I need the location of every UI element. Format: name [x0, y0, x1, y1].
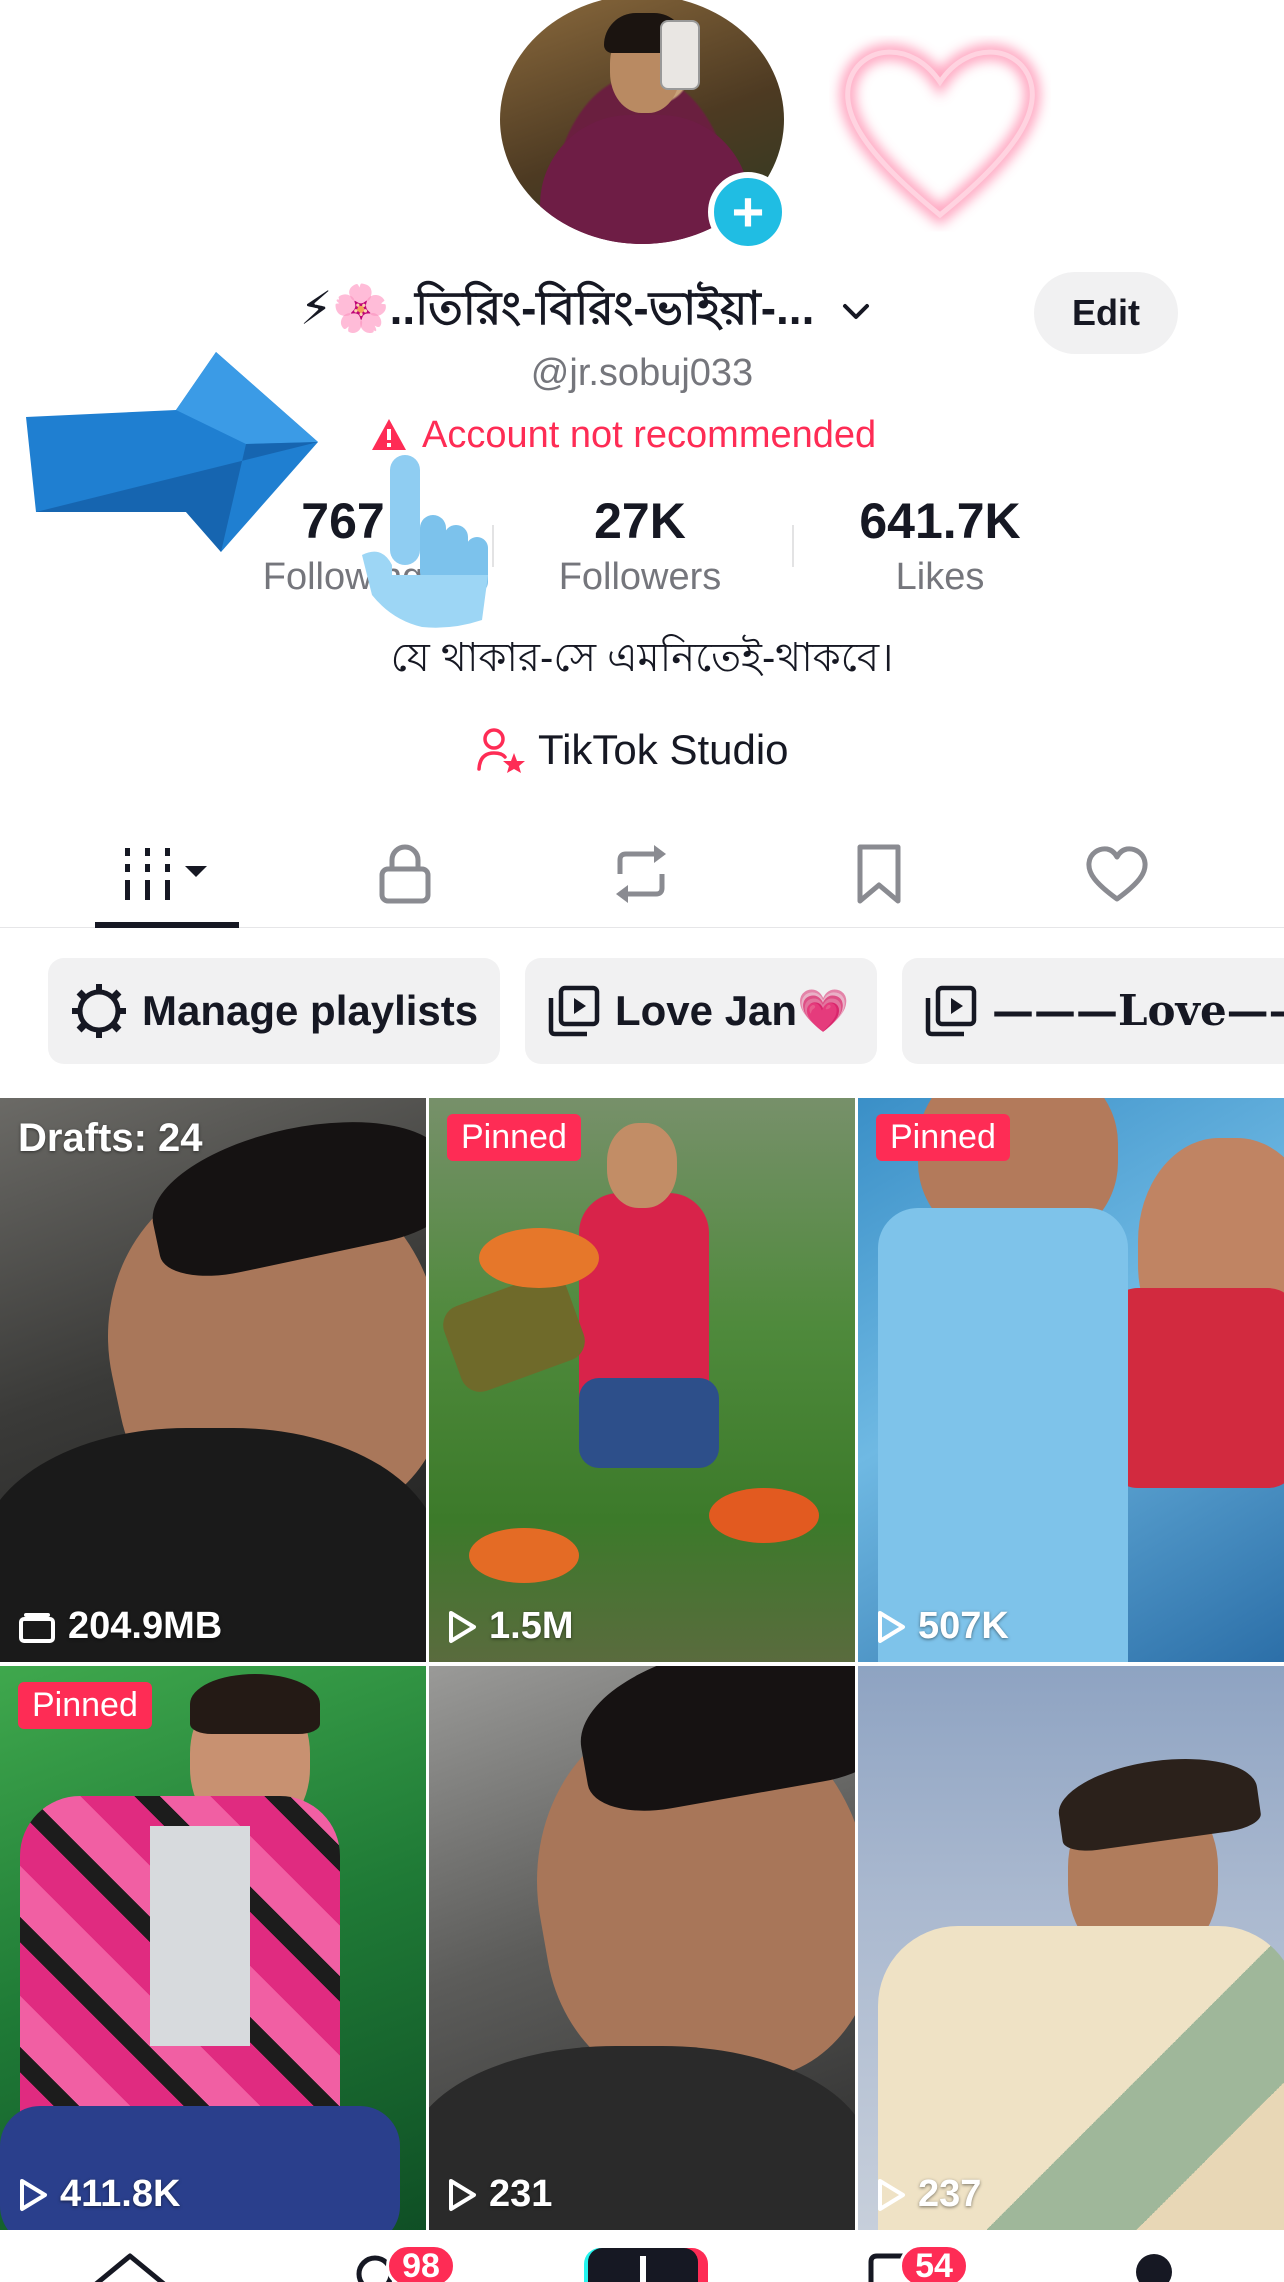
- play-icon: [878, 1610, 905, 1643]
- play-icon: [449, 1610, 476, 1643]
- pinned-badge: Pinned: [876, 1114, 1010, 1161]
- tab-liked[interactable]: [1042, 822, 1192, 926]
- nav-home[interactable]: [90, 2250, 170, 2282]
- view-count: 411.8K: [18, 2173, 180, 2216]
- view-count-label: 411.8K: [60, 2173, 181, 2215]
- profile-tabs: [0, 822, 1284, 928]
- video-tile[interactable]: Pinned 1.5M: [429, 1098, 855, 1662]
- view-count-label: 231: [489, 2173, 553, 2215]
- studio-person-star-icon: [477, 728, 525, 773]
- tab-private[interactable]: [330, 822, 480, 926]
- notification-badge: 98: [386, 2244, 456, 2282]
- stat-value: 27K: [594, 493, 686, 549]
- stat-label: Likes: [895, 556, 985, 598]
- drafts-tile[interactable]: Drafts: 24 204.9MB: [0, 1098, 426, 1662]
- warning-text: Account not recommended: [422, 413, 877, 456]
- grid-filter-icon: [125, 848, 207, 900]
- folder-icon: [19, 1612, 55, 1643]
- view-count: 507K: [876, 1605, 1009, 1648]
- view-count: 237: [876, 2173, 981, 2216]
- heart-sticker-icon: [839, 44, 1041, 226]
- tab-reposts[interactable]: [566, 822, 716, 926]
- stat-divider: [492, 525, 494, 567]
- view-count-label: 1.5M: [489, 1605, 574, 1647]
- pinned-badge: Pinned: [447, 1114, 581, 1161]
- drafts-count: Drafts: 24: [18, 1116, 203, 1160]
- nav-profile[interactable]: [1134, 2252, 1174, 2282]
- playlist-icon: [548, 985, 600, 1037]
- profile-stats: 767 Following 27K Followers 641.7K Likes: [0, 492, 1284, 602]
- video-tile[interactable]: Pinned 507K: [858, 1098, 1284, 1662]
- nav-friends[interactable]: 98: [350, 2244, 456, 2282]
- nav-inbox[interactable]: 54: [865, 2244, 969, 2282]
- view-count: 1.5M: [447, 1605, 573, 1648]
- manage-playlists-button[interactable]: Manage playlists: [48, 958, 500, 1064]
- stat-label: Followers: [558, 556, 722, 598]
- create-plus-icon: [584, 2248, 708, 2282]
- play-icon: [449, 2178, 476, 2211]
- drafts-size: 204.9MB: [18, 1605, 222, 1648]
- view-count: 231: [447, 2173, 552, 2216]
- bookmark-icon: [857, 844, 901, 904]
- play-icon: [20, 2178, 47, 2211]
- stat-divider: [792, 525, 794, 567]
- stat-value: 641.7K: [859, 493, 1021, 549]
- playlist-label: ———Love———❤️: [992, 986, 1284, 1035]
- warning-icon: [372, 419, 406, 450]
- bottom-nav: 98 54: [0, 2230, 1284, 2282]
- play-icon: [878, 2178, 905, 2211]
- tab-favorites[interactable]: [804, 822, 954, 926]
- playlist-icon: [925, 985, 977, 1037]
- profile-bio: যে থাকার-সে এমনিতেই-থাকবে।: [390, 636, 894, 680]
- nav-create[interactable]: [578, 2244, 708, 2282]
- drafts-size-label: 204.9MB: [68, 1605, 223, 1647]
- stat-followers[interactable]: 27K Followers: [540, 492, 740, 599]
- display-name-row[interactable]: ⚡🌸..তিরিং-বিরিং-ভাইয়া-...: [300, 272, 874, 352]
- manage-playlists-label: Manage playlists: [142, 987, 479, 1034]
- playlist-chip[interactable]: Love Jan💗: [525, 958, 877, 1064]
- add-story-button[interactable]: +: [708, 172, 788, 252]
- notification-badge: 54: [899, 2244, 969, 2282]
- video-tile[interactable]: 237: [858, 1666, 1284, 2230]
- gear-icon: [72, 984, 126, 1038]
- edit-profile-button[interactable]: Edit: [1034, 272, 1178, 354]
- profile-icon: [1136, 2254, 1172, 2282]
- view-count-label: 237: [918, 2173, 982, 2215]
- account-warning[interactable]: Account not recommended: [370, 410, 876, 460]
- active-tab-indicator: [95, 922, 239, 928]
- video-tile[interactable]: 231: [429, 1666, 855, 2230]
- playlist-label: Love Jan💗: [615, 986, 850, 1034]
- lock-icon: [379, 844, 431, 904]
- pinned-badge: Pinned: [18, 1682, 152, 1729]
- stat-likes[interactable]: 641.7K Likes: [840, 492, 1040, 599]
- tiktok-studio-link[interactable]: TikTok Studio: [476, 720, 789, 780]
- repost-icon: [616, 845, 666, 903]
- chevron-down-icon[interactable]: [838, 294, 874, 330]
- video-tile[interactable]: Pinned 411.8K: [0, 1666, 426, 2230]
- pointing-hand-icon: [362, 455, 488, 628]
- video-grid: Drafts: 24 204.9MB Pinned 1.5M Pinned 50…: [0, 1098, 1284, 2230]
- home-icon: [94, 2253, 166, 2282]
- playlist-chips: Manage playlists Love Jan💗 ———Love———❤️: [0, 958, 1284, 1068]
- tab-videos[interactable]: [92, 822, 242, 926]
- heart-outline-icon: [1086, 846, 1148, 902]
- studio-label: TikTok Studio: [538, 726, 789, 773]
- playlist-chip[interactable]: ———Love———❤️: [902, 958, 1284, 1064]
- view-count-label: 507K: [918, 1605, 1009, 1647]
- display-name: ⚡🌸..তিরিং-বিরিং-ভাইয়া-...: [300, 282, 815, 334]
